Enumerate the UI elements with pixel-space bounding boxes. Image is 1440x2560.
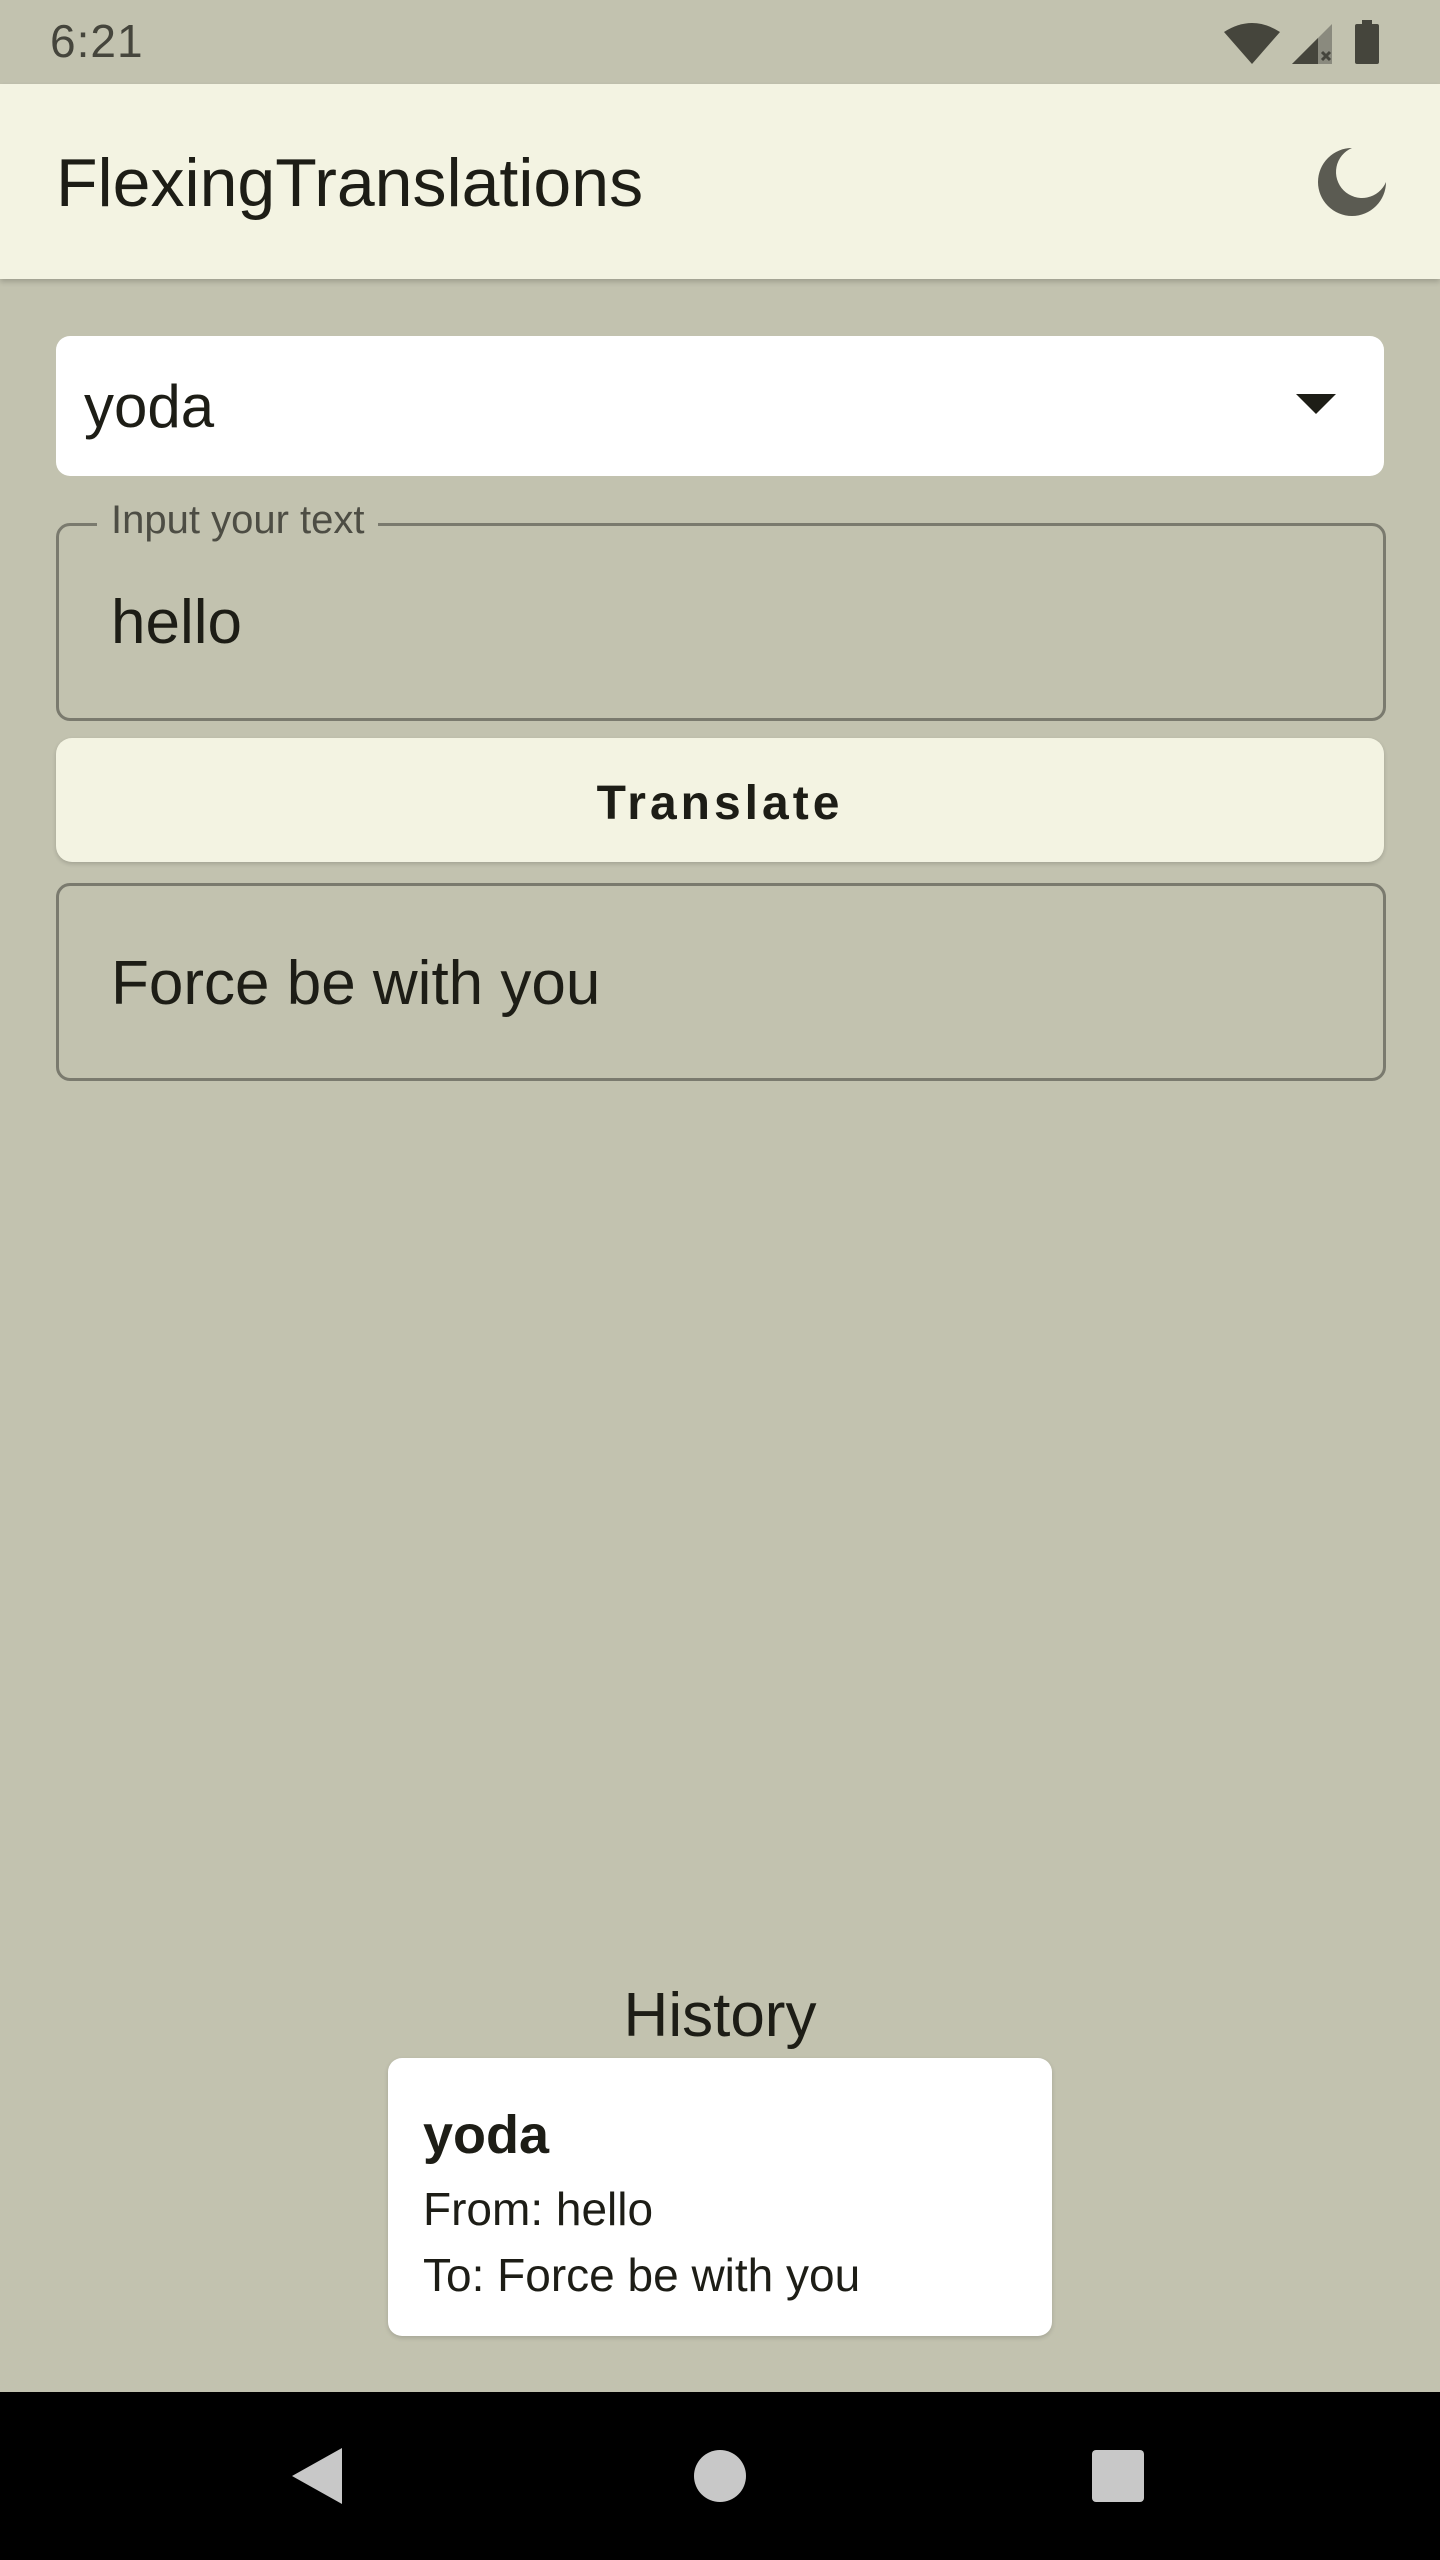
history-item-language: yoda <box>423 2105 550 2165</box>
wifi-icon <box>1224 23 1280 64</box>
navigation-bar <box>0 2392 1440 2560</box>
recents-button[interactable] <box>1078 2436 1158 2516</box>
history-item[interactable]: yoda From: hello To: Force be with you <box>388 2058 1052 2336</box>
back-button[interactable] <box>278 2436 358 2516</box>
dropdown-arrow-icon <box>1296 394 1336 414</box>
translate-button[interactable]: Translate <box>56 738 1384 862</box>
home-button[interactable] <box>680 2436 760 2516</box>
input-text[interactable] <box>111 582 1311 662</box>
status-time: 6:21 <box>50 15 144 67</box>
home-icon <box>694 2450 746 2502</box>
back-icon <box>292 2448 342 2504</box>
recents-icon <box>1092 2450 1144 2502</box>
history-item-from: From: hello <box>423 2183 654 2235</box>
status-bar: 6:21 <box>0 0 1440 84</box>
language-dropdown[interactable]: yoda <box>56 336 1384 476</box>
input-label: Input your text <box>97 498 379 543</box>
history-heading: History <box>623 1981 817 2050</box>
translation-output: Force be with you <box>56 883 1386 1081</box>
input-text-field: Input your text <box>56 498 1386 721</box>
app-bar: FlexingTranslations <box>0 84 1440 279</box>
battery-icon <box>1355 20 1379 64</box>
history-item-to: To: Force be with you <box>423 2249 861 2301</box>
selected-language: yoda <box>84 373 215 440</box>
translate-button-label: Translate <box>596 777 844 830</box>
theme-toggle-button[interactable] <box>1312 142 1392 222</box>
cell-signal-icon <box>1292 24 1332 64</box>
moon-icon <box>1318 148 1386 216</box>
status-icons <box>1224 20 1379 64</box>
output-text: Force be with you <box>111 949 601 1018</box>
app-title: FlexingTranslations <box>56 145 644 221</box>
